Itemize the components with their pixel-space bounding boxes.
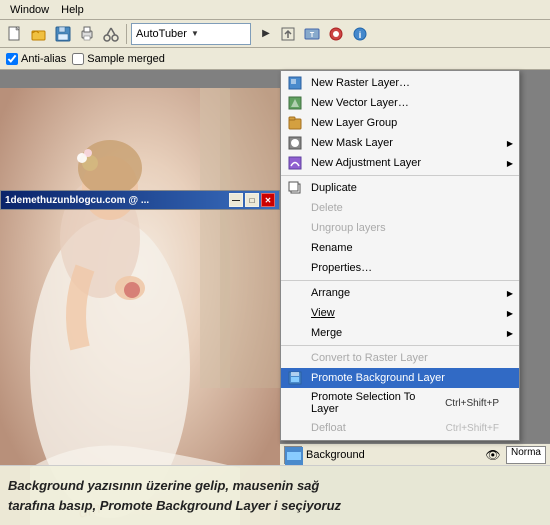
ctx-new-vector-label: New Vector Layer… xyxy=(311,97,409,109)
bottom-text-line1: Background yazısının üzerine gelip, maus… xyxy=(8,476,341,496)
ctx-ungroup-label: Ungroup layers xyxy=(311,222,386,234)
ctx-sep-3 xyxy=(281,345,519,346)
ctx-delete-label: Delete xyxy=(311,202,343,214)
toolbar-btn-open[interactable] xyxy=(28,23,50,45)
ctx-promote-background-label: Promote Background Layer xyxy=(311,372,445,384)
ctx-new-layer-group[interactable]: New Layer Group xyxy=(281,113,519,133)
options-bar: Anti-alias Sample merged xyxy=(0,48,550,70)
new-raster-icon xyxy=(287,75,303,91)
anti-alias-checkbox[interactable] xyxy=(6,53,18,65)
ctx-new-adjustment-label: New Adjustment Layer xyxy=(311,157,421,169)
bottom-text-line2: tarafına basıp, Promote Background Layer… xyxy=(8,496,341,516)
svg-text:i: i xyxy=(359,30,362,40)
ctx-ungroup-layers: Ungroup layers xyxy=(281,218,519,238)
ctx-convert-raster-label: Convert to Raster Layer xyxy=(311,352,428,364)
anti-alias-label: Anti-alias xyxy=(21,53,66,65)
toolbar-btn-5[interactable] xyxy=(277,23,299,45)
inner-window-title: 1demethuzunblogcu.com @ ... xyxy=(5,195,149,206)
play-btn[interactable]: ▶ xyxy=(257,25,275,43)
ctx-arrange[interactable]: Arrange xyxy=(281,283,519,303)
toolbar-btn-7[interactable] xyxy=(325,23,347,45)
window-minimize-btn[interactable]: — xyxy=(229,193,243,207)
toolbar-btn-cut[interactable] xyxy=(100,23,122,45)
ctx-new-vector-layer[interactable]: New Vector Layer… xyxy=(281,93,519,113)
ctx-rename-label: Rename xyxy=(311,242,353,254)
new-adjustment-icon xyxy=(287,155,303,171)
autotuber-label: AutoTuber xyxy=(136,28,191,40)
ctx-duplicate[interactable]: Duplicate xyxy=(281,178,519,198)
ctx-defloat-shortcut: Ctrl+Shift+F xyxy=(446,423,499,434)
canvas-image[interactable]: dm xyxy=(0,88,280,525)
toolbar-btn-new[interactable] xyxy=(4,23,26,45)
layer-thumbnail xyxy=(284,446,302,464)
sample-merged-checkbox[interactable] xyxy=(72,53,84,65)
ctx-view[interactable]: View xyxy=(281,303,519,323)
ctx-defloat-label: Defloat xyxy=(311,422,346,434)
bottom-text-area: Background yazısının üzerine gelip, maus… xyxy=(0,465,550,525)
layer-name: Background xyxy=(306,449,480,461)
new-mask-icon xyxy=(287,135,303,151)
duplicate-icon xyxy=(287,180,303,196)
main-area: dm 1demethuzunblogcu.com @ ... — □ ✕ xyxy=(0,70,550,525)
ctx-new-mask-label: New Mask Layer xyxy=(311,137,393,149)
toolbar-sep-1 xyxy=(126,24,127,44)
toolbar-btn-6[interactable]: T xyxy=(301,23,323,45)
layer-info-bar: Background 👁 Norma xyxy=(280,443,550,465)
ctx-new-adjustment-layer[interactable]: New Adjustment Layer xyxy=(281,153,519,173)
menu-bar: Window Help xyxy=(0,0,550,20)
ctx-new-raster-label: New Raster Layer… xyxy=(311,77,410,89)
toolbar-btn-save[interactable] xyxy=(52,23,74,45)
layer-eye-icon[interactable]: 👁 xyxy=(484,446,502,464)
ctx-merge-label: Merge xyxy=(311,327,342,339)
menu-window[interactable]: Window xyxy=(4,2,55,18)
ctx-merge[interactable]: Merge xyxy=(281,323,519,343)
context-menu: New Raster Layer… New Vector Layer… New … xyxy=(280,70,520,441)
toolbar-btn-8[interactable]: i xyxy=(349,23,371,45)
toolbar-right: ▶ T i xyxy=(257,23,371,45)
ctx-sep-1 xyxy=(281,175,519,176)
ctx-view-label: View xyxy=(311,307,335,319)
new-layer-group-icon xyxy=(287,115,303,131)
sample-merged-label: Sample merged xyxy=(87,53,165,65)
sample-merged-container: Sample merged xyxy=(72,53,165,65)
ctx-properties[interactable]: Properties… xyxy=(281,258,519,278)
toolbar-btn-print[interactable] xyxy=(76,23,98,45)
promote-background-icon xyxy=(287,370,303,386)
layer-blend-mode[interactable]: Norma xyxy=(506,446,546,464)
ctx-promote-selection-label: Promote Selection To Layer xyxy=(311,391,445,415)
ctx-promote-selection-shortcut: Ctrl+Shift+P xyxy=(445,398,499,409)
ctx-sep-2 xyxy=(281,280,519,281)
ctx-properties-label: Properties… xyxy=(311,262,372,274)
menu-help[interactable]: Help xyxy=(55,2,90,18)
autotuber-dropdown[interactable]: AutoTuber ▼ xyxy=(131,23,251,45)
canvas-svg: dm xyxy=(0,88,280,525)
window-maximize-btn[interactable]: □ xyxy=(245,193,259,207)
anti-alias-container: Anti-alias xyxy=(6,53,66,65)
inner-title-bar: 1demethuzunblogcu.com @ ... — □ ✕ xyxy=(1,191,279,209)
ctx-defloat: Defloat Ctrl+Shift+F xyxy=(281,418,519,438)
inner-window: 1demethuzunblogcu.com @ ... — □ ✕ xyxy=(0,190,280,210)
ctx-promote-selection[interactable]: Promote Selection To Layer Ctrl+Shift+P xyxy=(281,388,519,418)
ctx-promote-background[interactable]: Promote Background Layer xyxy=(281,368,519,388)
ctx-rename[interactable]: Rename xyxy=(281,238,519,258)
ctx-new-raster-layer[interactable]: New Raster Layer… xyxy=(281,73,519,93)
toolbar: AutoTuber ▼ ▶ T i xyxy=(0,20,550,48)
title-buttons: — □ ✕ xyxy=(229,193,275,207)
ctx-delete: Delete xyxy=(281,198,519,218)
ctx-convert-raster: Convert to Raster Layer xyxy=(281,348,519,368)
canvas-area: dm 1demethuzunblogcu.com @ ... — □ ✕ xyxy=(0,70,280,525)
bottom-text-content: Background yazısının üzerine gelip, maus… xyxy=(8,476,341,515)
autotuber-arrow: ▼ xyxy=(191,29,246,38)
window-close-btn[interactable]: ✕ xyxy=(261,193,275,207)
svg-text:T: T xyxy=(310,32,315,39)
ctx-duplicate-label: Duplicate xyxy=(311,182,357,194)
ctx-new-layer-group-label: New Layer Group xyxy=(311,117,397,129)
ctx-arrange-label: Arrange xyxy=(311,287,350,299)
right-area: New Raster Layer… New Vector Layer… New … xyxy=(280,70,550,525)
new-vector-icon xyxy=(287,95,303,111)
ctx-new-mask-layer[interactable]: New Mask Layer xyxy=(281,133,519,153)
